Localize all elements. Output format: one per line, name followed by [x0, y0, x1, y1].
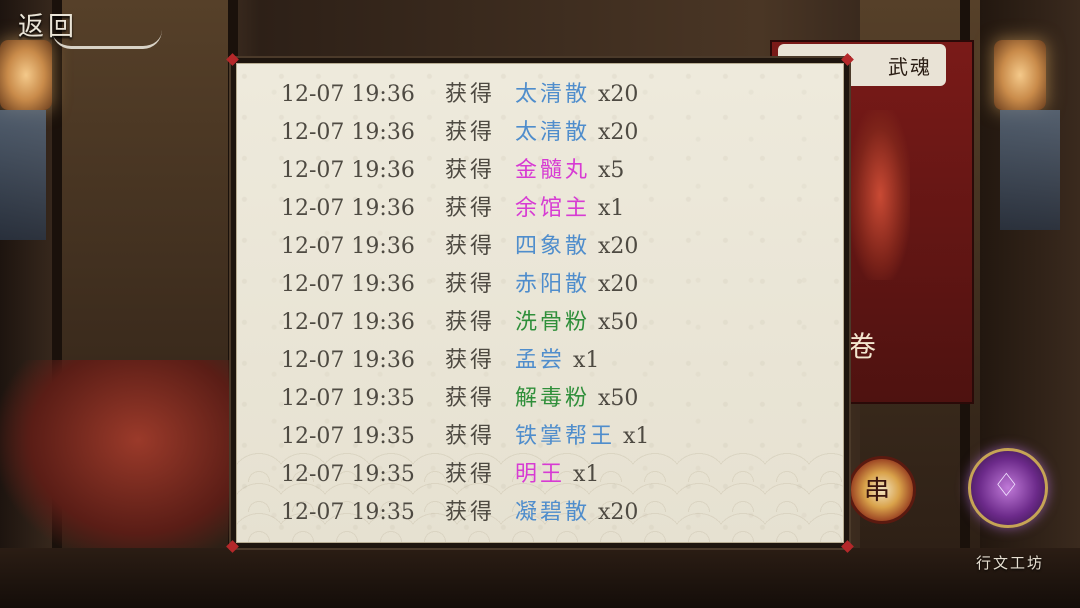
entry-item-group: 四象散 x20: [515, 228, 638, 266]
entry-item-group: 凝碧散 x20: [515, 494, 638, 532]
banner-glyph: 卷: [848, 330, 877, 363]
entry-item-name: 金髓丸: [515, 158, 591, 183]
entry-item-group: 太清散 x20: [515, 114, 638, 152]
entry-item-name: 太清散: [515, 82, 591, 107]
reward-log-list: 12-07 19:36 获得 太清散 x20 12-07 19:36 获得 太清散 x20 12…: [237, 76, 843, 532]
entry-verb: 获得: [445, 158, 496, 183]
floor: [0, 548, 1080, 608]
entry-quantity: x1: [623, 424, 650, 449]
list-item: 12-07 19:36 获得 洗骨粉 x50: [237, 304, 843, 342]
entry-item-group: 洗骨粉 x50: [515, 304, 638, 342]
entry-quantity: x20: [598, 234, 639, 259]
list-item: 12-07 19:35 获得 铁掌帮王 x1: [237, 418, 843, 456]
list-item: 12-07 19:36 获得 余馆主 x1: [237, 190, 843, 228]
list-item: 12-07 19:36 获得 赤阳散 x20: [237, 266, 843, 304]
entry-item-name: 赤阳散: [515, 272, 591, 297]
entry-quantity: x1: [598, 196, 625, 221]
entry-item-group: 赤阳散 x20: [515, 266, 638, 304]
entry-item-group: 明王 x1: [515, 456, 599, 494]
list-item: 12-07 19:35 获得 明王 x1: [237, 456, 843, 494]
back-button-label: 返回: [18, 12, 79, 42]
entry-verb: 获得: [445, 386, 496, 411]
back-button[interactable]: 返回: [0, 0, 170, 60]
entry-item-group: 铁掌帮王 x1: [515, 418, 649, 456]
entry-item-name: 四象散: [515, 234, 591, 259]
entry-item-name: 余馆主: [515, 196, 591, 221]
entry-item-group: 解毒粉 x50: [515, 380, 638, 418]
entry-verb: 获得: [445, 272, 496, 297]
entry-verb: 获得: [445, 234, 496, 259]
drum-glyph: 串: [864, 476, 891, 506]
entry-verb: 获得: [445, 500, 496, 525]
list-item: 12-07 19:35 获得 解毒粉 x50: [237, 380, 843, 418]
entry-quantity: x50: [598, 386, 639, 411]
log-paper[interactable]: 12-07 19:36 获得 太清散 x20 12-07 19:36 获得 太清散 x20 12…: [226, 53, 854, 553]
entry-item-name: 解毒粉: [515, 386, 591, 411]
entry-item-group: 孟尝 x1: [515, 342, 599, 380]
entry-verb: 获得: [445, 348, 496, 373]
curtain: [0, 110, 46, 240]
entry-quantity: x20: [598, 500, 639, 525]
entry-verb: 获得: [445, 82, 496, 107]
list-item: 12-07 19:36 获得 太清散 x20: [237, 114, 843, 152]
entry-time: 12-07 19:36: [281, 348, 415, 373]
entry-item-name: 明王: [515, 462, 566, 487]
entry-quantity: x20: [598, 82, 639, 107]
list-item: 12-07 19:36 获得 太清散 x20: [237, 76, 843, 114]
entry-item-name: 凝碧散: [515, 500, 591, 525]
list-item: 12-07 19:36 获得 四象散 x20: [237, 228, 843, 266]
entry-quantity: x20: [598, 272, 639, 297]
entry-time: 12-07 19:36: [281, 196, 415, 221]
entry-quantity: x1: [573, 462, 600, 487]
list-item: 12-07 19:36 获得 孟尝 x1: [237, 342, 843, 380]
entry-quantity: x50: [598, 310, 639, 335]
lantern-icon: [994, 40, 1046, 110]
entry-item-group: 金髓丸 x5: [515, 152, 624, 190]
watermark: 行文工坊: [976, 554, 1045, 572]
entry-time: 12-07 19:35: [281, 424, 415, 449]
entry-verb: 获得: [445, 310, 496, 335]
entry-item-name: 孟尝: [515, 348, 566, 373]
entry-quantity: x20: [598, 120, 639, 145]
entry-time: 12-07 19:35: [281, 500, 415, 525]
entry-item-name: 太清散: [515, 120, 591, 145]
entry-item-group: 余馆主 x1: [515, 190, 624, 228]
curtain: [1000, 110, 1060, 230]
character-illustration: [850, 110, 910, 280]
entry-time: 12-07 19:36: [281, 234, 415, 259]
entry-time: 12-07 19:35: [281, 386, 415, 411]
emblem-glyph-icon: ♢: [992, 466, 1021, 504]
corner-ornament-icon: [226, 53, 239, 66]
entry-item-name: 洗骨粉: [515, 310, 591, 335]
list-item: 12-07 19:35 获得 凝碧散 x20: [237, 494, 843, 532]
entry-verb: 获得: [445, 196, 496, 221]
entry-time: 12-07 19:36: [281, 82, 415, 107]
entry-time: 12-07 19:36: [281, 120, 415, 145]
entry-quantity: x5: [598, 158, 625, 183]
entry-quantity: x1: [573, 348, 600, 373]
list-item: 12-07 19:36 获得 金髓丸 x5: [237, 152, 843, 190]
entry-item-name: 铁掌帮王: [515, 424, 616, 449]
entry-verb: 获得: [445, 462, 496, 487]
entry-verb: 获得: [445, 424, 496, 449]
entry-time: 12-07 19:35: [281, 462, 415, 487]
entry-item-group: 太清散 x20: [515, 76, 638, 114]
entry-time: 12-07 19:36: [281, 158, 415, 183]
entry-time: 12-07 19:36: [281, 272, 415, 297]
entry-verb: 获得: [445, 120, 496, 145]
character-illustration: [0, 360, 230, 560]
entry-time: 12-07 19:36: [281, 310, 415, 335]
reward-log-panel: 12-07 19:36 获得 太清散 x20 12-07 19:36 获得 太清散 x20 12…: [226, 53, 854, 553]
